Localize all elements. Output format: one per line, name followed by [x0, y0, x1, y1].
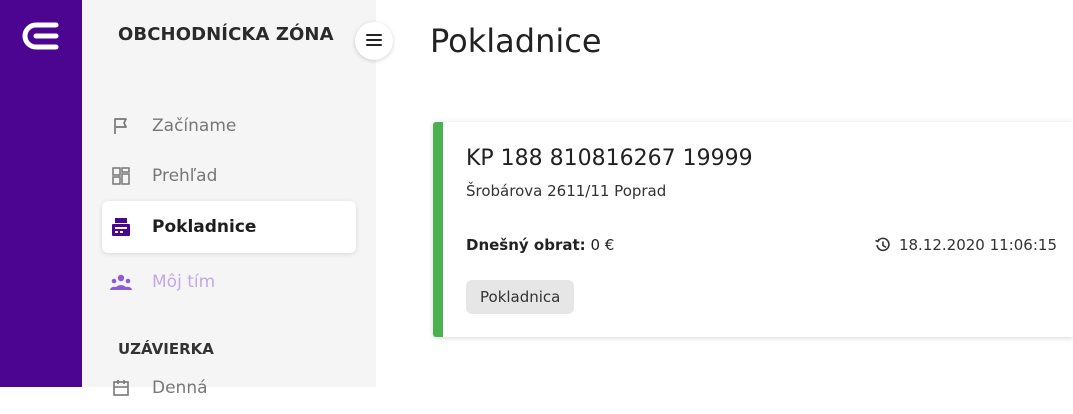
sidebar-item-label: Denná — [152, 378, 208, 398]
calendar-icon — [110, 377, 132, 399]
sidebar-item-label: Pokladnice — [152, 217, 257, 237]
dashboard-icon — [110, 165, 132, 187]
sidebar-item-daily[interactable]: Denná — [102, 362, 356, 414]
register-code: KP 188 810816267 19999 — [466, 146, 753, 171]
page-title: Pokladnice — [430, 22, 602, 60]
zone-title: OBCHODNÍCKA ZÓNA — [118, 24, 334, 45]
sidebar-item-team[interactable]: Môj tím — [102, 256, 356, 308]
section-heading-closure: UZÁVIERKA — [118, 340, 214, 358]
register-address: Šrobárova 2611/11 Poprad — [466, 182, 667, 200]
sidebar-item-start[interactable]: Začíname — [102, 100, 356, 152]
flag-icon — [110, 115, 132, 137]
app-logo-icon[interactable] — [22, 22, 60, 50]
hamburger-icon — [366, 32, 382, 51]
sidebar-item-label: Začíname — [152, 116, 237, 136]
register-type-chip: Pokladnica — [466, 280, 575, 314]
daily-turnover: Dnešný obrat: 0 € — [466, 236, 614, 254]
team-icon — [110, 271, 132, 293]
sidebar-item-overview[interactable]: Prehľad — [102, 150, 356, 202]
sidebar: OBCHODNÍCKA ZÓNA Začíname Prehľad Poklad… — [82, 0, 376, 398]
menu-toggle-button[interactable] — [355, 22, 393, 60]
last-activity-timestamp: 18.12.2020 11:06:15 — [898, 236, 1057, 254]
history-icon — [875, 237, 891, 253]
sidebar-item-label: Môj tím — [152, 272, 216, 292]
register-card[interactable]: KP 188 810816267 19999 Šrobárova 2611/11… — [433, 122, 1073, 337]
last-activity: 18.12.2020 11:06:15 — [875, 236, 1057, 254]
sidebar-item-registers[interactable]: Pokladnice — [102, 201, 356, 253]
app-rail — [0, 0, 82, 387]
cash-register-icon — [110, 216, 132, 238]
sidebar-item-label: Prehľad — [152, 166, 218, 186]
turnover-value: 0 € — [590, 236, 615, 254]
turnover-label: Dnešný obrat: — [466, 236, 586, 254]
